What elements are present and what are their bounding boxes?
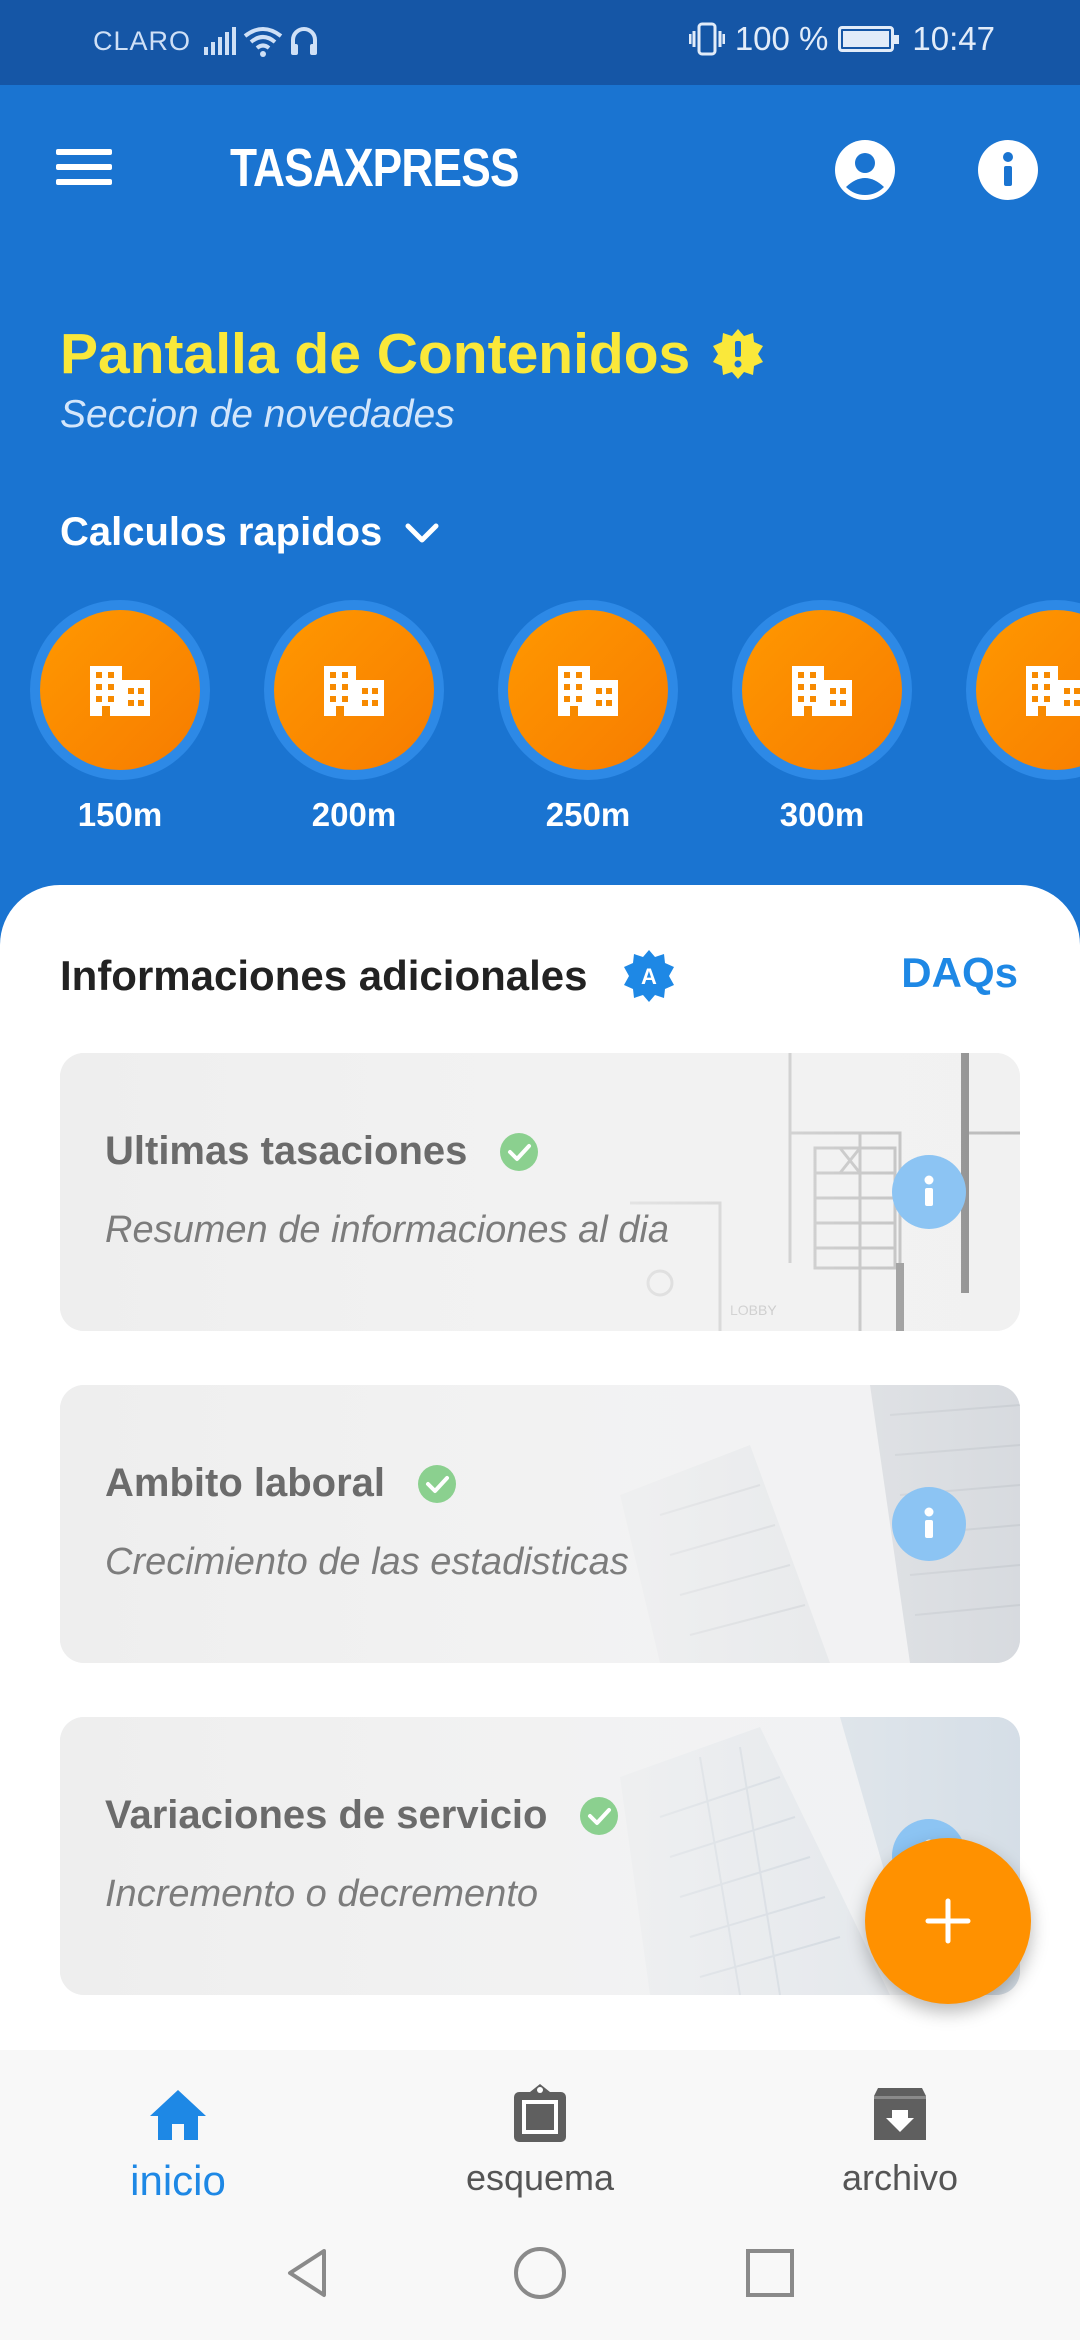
clock: 10:47	[912, 20, 995, 57]
carrier-label: CLARO	[93, 26, 192, 56]
wifi-icon	[243, 27, 283, 57]
card-info-icon[interactable]	[892, 1155, 966, 1229]
building-icon	[90, 666, 150, 716]
verified-badge-letter: A	[641, 964, 657, 989]
building-icon	[558, 666, 618, 716]
vibrate-icon	[688, 22, 725, 56]
quick-item-label: 200m	[311, 796, 397, 833]
check-circle-icon	[500, 1132, 539, 1171]
menu-icon[interactable]	[56, 149, 112, 189]
verified-badge-icon: A	[623, 950, 674, 1002]
nav-inicio[interactable]: inicio	[58, 2082, 298, 2205]
quick-item-clip: 350m	[966, 600, 1080, 800]
building-icon	[1026, 666, 1080, 716]
info-icon[interactable]	[977, 139, 1039, 201]
building-icon	[792, 666, 852, 716]
page-title: Pantalla de Contenidos	[60, 322, 691, 386]
quick-item-300[interactable]: 300m	[732, 600, 912, 834]
archive-icon	[874, 2088, 926, 2140]
cell-signal-icon	[204, 27, 236, 55]
bottom-nav: inicio esquema archivo	[0, 2050, 1080, 2215]
home-icon	[150, 2090, 206, 2140]
chevron-down-icon	[405, 523, 439, 542]
status-right: 100 % 10:47	[688, 20, 995, 58]
status-bar: CLARO 100 % 10:47	[0, 0, 1080, 85]
back-icon[interactable]	[278, 2243, 338, 2303]
quick-item-label: 300m	[779, 796, 865, 833]
quick-item-label: 250m	[545, 796, 631, 833]
card-title-row: Ambito laboral	[105, 1461, 457, 1506]
card-title-row: Variaciones de servicio	[105, 1793, 619, 1838]
alert-badge-icon	[713, 329, 764, 379]
check-circle-icon	[418, 1464, 457, 1503]
nav-esquema[interactable]: esquema	[420, 2082, 660, 2199]
card-info-icon[interactable]	[892, 1487, 966, 1561]
quick-item-250[interactable]: 250m	[498, 600, 678, 834]
header: TASAXPRESS Pantalla de Contenidos Seccio…	[0, 85, 1080, 945]
headset-icon	[291, 27, 317, 55]
account-icon[interactable]	[834, 139, 896, 201]
quick-item-label: 350m	[966, 796, 1080, 800]
building-icon	[324, 666, 384, 716]
quick-item-label: 150m	[77, 796, 163, 833]
quick-item-200[interactable]: 200m	[264, 600, 444, 834]
plus-icon	[925, 1898, 971, 1944]
quick-calc-title: Calculos rapidos	[60, 510, 383, 554]
quick-item-350[interactable]: 350m	[966, 600, 1080, 800]
page-subtitle: Seccion de novedades	[60, 393, 455, 436]
card-title-row: Ultimas tasaciones	[105, 1129, 539, 1174]
quick-item-150[interactable]: 150m	[30, 600, 210, 834]
nav-archivo[interactable]: archivo	[780, 2082, 1020, 2199]
card-subtitle: Resumen de informaciones al dia	[105, 1209, 669, 1251]
battery-icon	[838, 26, 900, 52]
clipboard-icon	[514, 2084, 566, 2142]
recents-icon[interactable]	[740, 2243, 800, 2303]
signal-icons	[203, 26, 319, 58]
home-circle-icon[interactable]	[510, 2243, 570, 2303]
daqs-link[interactable]: DAQs	[901, 949, 1018, 997]
battery-percent: 100 %	[734, 20, 829, 57]
system-nav-bar	[0, 2215, 1080, 2340]
card-ambito-laboral[interactable]: Ambito laboral Crecimiento de las estadi…	[60, 1385, 1020, 1663]
card-title: Ultimas tasaciones	[105, 1129, 468, 1173]
quick-calc-toggle[interactable]: Calculos rapidos	[60, 510, 442, 555]
nav-label: esquema	[465, 2157, 615, 2198]
nav-label: archivo	[841, 2157, 959, 2198]
add-fab-button[interactable]	[865, 1838, 1031, 2004]
app-title: TASAXPRESS	[230, 138, 520, 198]
page-title-row: Pantalla de Contenidos	[60, 321, 764, 387]
nav-label: inicio	[130, 2157, 226, 2204]
card-title: Variaciones de servicio	[105, 1793, 548, 1837]
card-subtitle: Crecimiento de las estadisticas	[105, 1541, 629, 1583]
card-subtitle: Incremento o decremento	[105, 1873, 539, 1915]
section-title: Informaciones adicionales	[60, 952, 588, 999]
section-header: Informaciones adicionales A	[60, 949, 676, 1003]
card-ultimas-tasaciones[interactable]: LOBBY Ultimas tasaciones Resumen de info…	[60, 1053, 1020, 1331]
check-circle-icon	[580, 1796, 619, 1835]
card-title: Ambito laboral	[105, 1461, 386, 1505]
